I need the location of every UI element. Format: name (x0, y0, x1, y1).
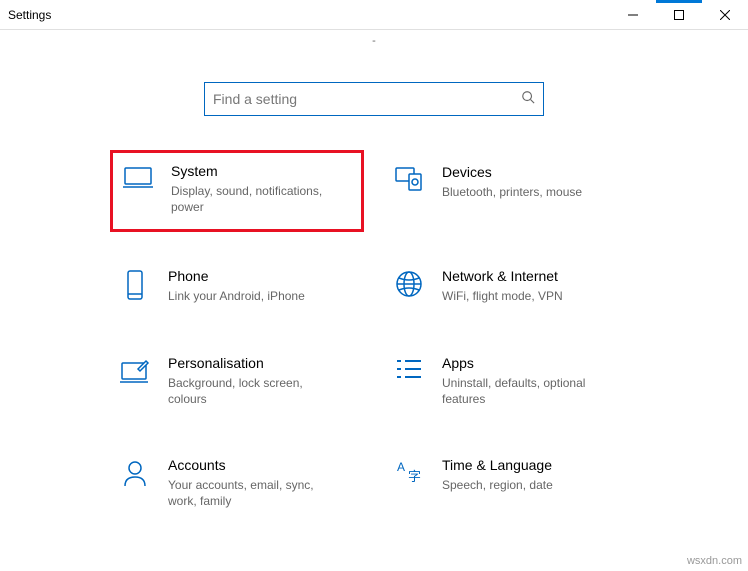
tile-devices[interactable]: Devices Bluetooth, printers, mouse (384, 158, 638, 224)
tile-desc: Uninstall, defaults, optional features (442, 375, 612, 407)
tile-desc: Background, lock screen, colours (168, 375, 338, 407)
tile-title: Phone (168, 268, 305, 284)
tile-apps[interactable]: Apps Uninstall, defaults, optional featu… (384, 349, 638, 413)
system-icon (119, 163, 157, 189)
tile-title: Network & Internet (442, 268, 563, 284)
svg-text:A: A (397, 460, 405, 474)
svg-text:字: 字 (408, 469, 421, 484)
apps-icon (390, 355, 428, 381)
tile-title: Apps (442, 355, 612, 371)
maximize-button[interactable] (656, 0, 702, 30)
window-controls (610, 0, 748, 30)
tile-desc: WiFi, flight mode, VPN (442, 288, 563, 304)
settings-grid: System Display, sound, notifications, po… (0, 130, 748, 515)
tile-title: Time & Language (442, 457, 553, 473)
tile-title: Devices (442, 164, 582, 180)
phone-icon (116, 268, 154, 300)
search-input[interactable] (213, 91, 521, 107)
tile-time-language[interactable]: A字 Time & Language Speech, region, date (384, 451, 638, 515)
minimize-button[interactable] (610, 0, 656, 30)
close-button[interactable] (702, 0, 748, 30)
tile-accounts[interactable]: Accounts Your accounts, email, sync, wor… (110, 451, 364, 515)
tile-system[interactable]: System Display, sound, notifications, po… (110, 150, 364, 232)
tile-desc: Bluetooth, printers, mouse (442, 184, 582, 200)
tile-network[interactable]: Network & Internet WiFi, flight mode, VP… (384, 262, 638, 310)
tile-title: System (171, 163, 341, 179)
tile-desc: Link your Android, iPhone (168, 288, 305, 304)
search-box[interactable] (204, 82, 544, 116)
accounts-icon (116, 457, 154, 487)
tile-desc: Your accounts, email, sync, work, family (168, 477, 338, 509)
header-dash: - (372, 35, 376, 47)
watermark: wsxdn.com (687, 555, 742, 567)
tile-personalisation[interactable]: Personalisation Background, lock screen,… (110, 349, 364, 413)
tile-desc: Speech, region, date (442, 477, 553, 493)
accent-strip (656, 0, 702, 3)
tile-title: Accounts (168, 457, 338, 473)
tile-desc: Display, sound, notifications, power (171, 183, 341, 215)
search-icon (521, 90, 535, 109)
window-title: Settings (8, 8, 51, 22)
time-language-icon: A字 (390, 457, 428, 485)
tile-phone[interactable]: Phone Link your Android, iPhone (110, 262, 364, 310)
titlebar: Settings (0, 0, 748, 30)
personalisation-icon (116, 355, 154, 383)
globe-icon (390, 268, 428, 298)
tile-title: Personalisation (168, 355, 338, 371)
devices-icon (390, 164, 428, 192)
